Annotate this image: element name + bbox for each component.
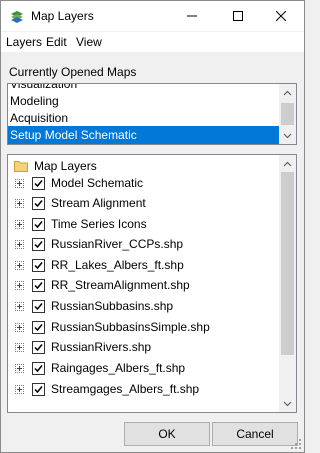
expand-plus-icon[interactable]: [15, 322, 24, 332]
maximize-icon: [233, 11, 243, 21]
menu-edit[interactable]: Edit: [46, 35, 67, 49]
layer-checkbox[interactable]: [32, 217, 45, 231]
map-item-acquisition[interactable]: Acquisition: [8, 109, 281, 127]
map-layers-window: Map Layers Layers Edit View Currently Op…: [0, 0, 305, 453]
layer-label: Raingages_Albers_ft.shp: [51, 361, 186, 375]
layer-label: Time Series Icons: [51, 217, 147, 231]
title-bar[interactable]: Map Layers: [1, 1, 304, 31]
window-title: Map Layers: [31, 9, 94, 23]
layer-label: RussianSubbasinsSimple.shp: [51, 320, 210, 334]
scroll-down-arrow-icon[interactable]: [279, 127, 296, 144]
layer-checkbox[interactable]: [32, 361, 45, 375]
layer-label: RR_Lakes_Albers_ft.shp: [51, 258, 184, 272]
layer-row-rr-streamalignment[interactable]: RR_StreamAlignment.shp: [15, 275, 190, 295]
expand-plus-icon[interactable]: [15, 280, 24, 290]
layer-checkbox[interactable]: [32, 176, 45, 190]
layer-row-russiansubbasinssimple[interactable]: RussianSubbasinsSimple.shp: [15, 317, 210, 337]
minimize-button[interactable]: [169, 1, 215, 31]
currently-opened-maps-label: Currently Opened Maps: [9, 65, 137, 79]
layer-label: RussianRivers.shp: [51, 340, 152, 354]
layer-label: RR_StreamAlignment.shp: [51, 278, 190, 292]
layer-row-russianrivers[interactable]: RussianRivers.shp: [15, 337, 151, 357]
tree-root-label: Map Layers: [34, 159, 97, 173]
layer-row-time-series-icons[interactable]: Time Series Icons: [15, 214, 147, 234]
map-layers-app-icon: [11, 11, 23, 23]
scroll-down-arrow-icon[interactable]: [279, 395, 296, 412]
expand-plus-icon[interactable]: [15, 301, 24, 311]
scroll-up-arrow-icon[interactable]: [279, 84, 296, 101]
cancel-button[interactable]: Cancel: [212, 422, 298, 446]
maps-scrollbar[interactable]: [279, 84, 296, 144]
layer-row-model-schematic[interactable]: Model Schematic: [15, 173, 143, 193]
layer-row-streamgages[interactable]: Streamgages_Albers_ft.shp: [15, 379, 199, 399]
tree-scroll-thumb[interactable]: [281, 172, 294, 355]
close-icon: [276, 11, 286, 21]
opened-maps-listbox[interactable]: Visualization Modeling Acquisition Setup…: [7, 83, 297, 145]
close-button[interactable]: [258, 1, 304, 31]
layer-checkbox[interactable]: [32, 196, 45, 210]
menu-bar: Layers Edit View: [1, 32, 304, 52]
layer-checkbox[interactable]: [32, 258, 45, 272]
map-layers-tree[interactable]: Map Layers Model Schematic Stream Alignm…: [7, 154, 297, 413]
minimize-icon: [187, 15, 197, 17]
expand-plus-icon[interactable]: [15, 363, 24, 373]
layer-label: Streamgages_Albers_ft.shp: [51, 382, 200, 396]
resize-grip-icon[interactable]: [290, 438, 302, 450]
layer-row-russiansubbasins[interactable]: RussianSubbasins.shp: [15, 296, 173, 316]
expand-plus-icon[interactable]: [15, 239, 24, 249]
maximize-button[interactable]: [215, 1, 261, 31]
expand-plus-icon[interactable]: [15, 260, 24, 270]
layer-checkbox[interactable]: [32, 278, 45, 292]
layer-row-rr-lakes[interactable]: RR_Lakes_Albers_ft.shp: [15, 255, 184, 275]
expand-plus-icon[interactable]: [15, 384, 24, 394]
layer-label: RussianRiver_CCPs.shp: [51, 237, 184, 251]
layer-checkbox[interactable]: [32, 237, 45, 251]
map-item-setup-model-schematic[interactable]: Setup Model Schematic: [8, 126, 281, 144]
map-item-modeling[interactable]: Modeling: [8, 92, 281, 110]
expand-plus-icon[interactable]: [15, 219, 24, 229]
layer-checkbox[interactable]: [32, 340, 45, 354]
layer-row-stream-alignment[interactable]: Stream Alignment: [15, 193, 146, 213]
menu-view[interactable]: View: [76, 35, 102, 49]
layer-label: RussianSubbasins.shp: [51, 299, 174, 313]
tree-scrollbar[interactable]: [279, 155, 296, 412]
layer-checkbox[interactable]: [32, 382, 45, 396]
layer-label: Stream Alignment: [51, 196, 146, 210]
maps-scroll-thumb[interactable]: [281, 103, 294, 125]
layer-checkbox[interactable]: [32, 320, 45, 334]
scroll-up-arrow-icon[interactable]: [279, 155, 296, 172]
layer-row-russianriver-ccps[interactable]: RussianRiver_CCPs.shp: [15, 234, 183, 254]
layer-label: Model Schematic: [51, 176, 144, 190]
folder-icon: [14, 161, 28, 172]
layer-row-raingages[interactable]: Raingages_Albers_ft.shp: [15, 358, 185, 378]
expand-plus-icon[interactable]: [15, 178, 24, 188]
layer-checkbox[interactable]: [32, 299, 45, 313]
menu-layers[interactable]: Layers: [6, 35, 42, 49]
expand-plus-icon[interactable]: [15, 342, 24, 352]
ok-button[interactable]: OK: [124, 422, 210, 446]
expand-plus-icon[interactable]: [15, 198, 24, 208]
